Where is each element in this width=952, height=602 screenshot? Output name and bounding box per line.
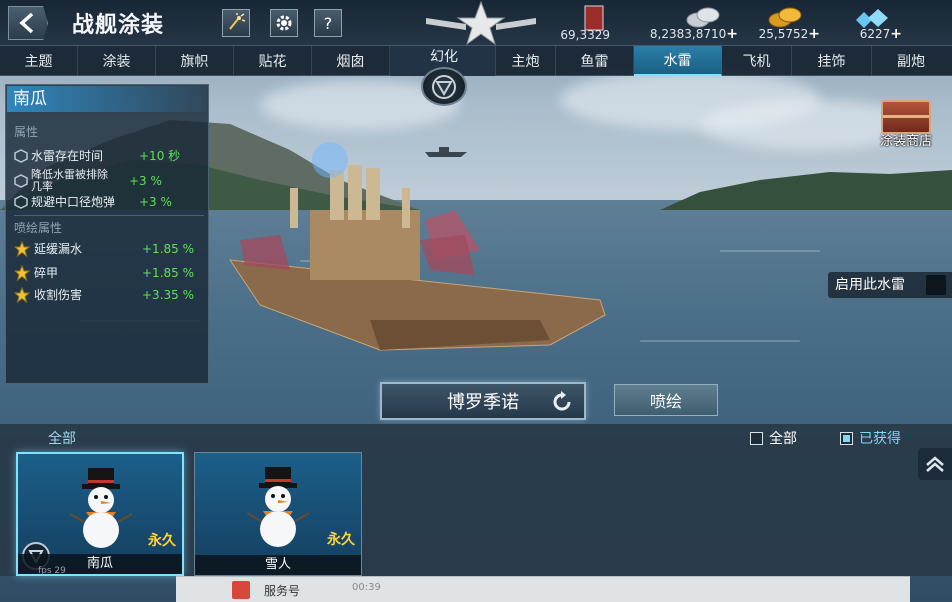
distant-ship	[425, 147, 467, 157]
rank-emblem-icon	[426, 0, 536, 46]
star-icon	[14, 241, 30, 257]
enable-mine-button[interactable]: 启用此水雷	[828, 272, 952, 298]
star-icon	[14, 287, 30, 303]
filter-all-checkbox[interactable]: 全部	[750, 428, 797, 448]
divider	[14, 215, 204, 216]
page-title: 战舰涂装	[72, 13, 165, 38]
item-name: 雪人	[195, 555, 361, 575]
rotate-icon[interactable]	[550, 390, 574, 414]
battleship-model	[228, 142, 606, 351]
notification-time: 00:39	[352, 582, 381, 593]
attr-value: +3 %	[129, 174, 162, 188]
top-bar: 战舰涂装 ? 69,3329 8,2383,8710+ 25,5752+ 622…	[0, 0, 952, 46]
treasure-chest-icon	[881, 100, 931, 134]
attr-name: 水雷存在时间	[31, 148, 104, 163]
wave	[720, 250, 820, 252]
tab-mine[interactable]: 水雷	[634, 46, 722, 76]
hexagon-icon	[14, 195, 28, 209]
tab-ornament[interactable]: 挂饰	[792, 46, 872, 76]
filter-all-label: 全部	[769, 431, 797, 447]
back-button[interactable]	[8, 6, 48, 40]
fuel-resource[interactable]: 69,3329	[560, 2, 610, 44]
paint-shop-button[interactable]: 涂装商店	[868, 100, 944, 152]
tab-paint[interactable]: 涂装	[78, 46, 156, 76]
paint-attr-row: 收割伤害 +3.35 %	[14, 287, 194, 303]
tab-aircraft[interactable]: 飞机	[722, 46, 792, 76]
fireworks-button[interactable]	[222, 9, 250, 37]
tab-transform[interactable]: 幻化	[400, 44, 488, 106]
settings-button[interactable]	[270, 9, 298, 37]
attr-name: 降低水雷被排除几率	[31, 168, 108, 193]
tab-chimney[interactable]: 烟囱	[312, 46, 390, 76]
enable-toggle	[926, 275, 946, 295]
island-right	[660, 170, 952, 210]
paint-attr-value: +1.85 %	[142, 242, 194, 256]
gold-value: 25,5752+	[758, 26, 820, 42]
tab-transform-label: 幻化	[430, 49, 458, 65]
ship-name: 博罗季诺	[447, 392, 519, 413]
panel-title: 南瓜	[7, 86, 207, 112]
attr-row: 水雷存在时间 +10 秒	[14, 147, 180, 164]
attr-name: 规避中口径炮弹	[31, 195, 116, 209]
filter-owned-label: 已获得	[859, 431, 901, 447]
paint-attr-name: 收割伤害	[34, 288, 83, 302]
message-icon	[232, 581, 250, 599]
category-all-tab[interactable]: 全部	[48, 428, 76, 448]
hexagon-icon	[14, 174, 28, 188]
spray-paint-button[interactable]: 喷绘	[614, 384, 718, 416]
attr-row: 降低水雷被排除几率 +3 %	[14, 169, 162, 193]
paint-attr-header: 喷绘属性	[14, 221, 63, 235]
back-arrow-icon	[19, 12, 34, 34]
paint-attr-row: 延缓漏水 +1.85 %	[14, 241, 194, 257]
attr-value: +10 秒	[139, 149, 181, 163]
silver-resource[interactable]: 8,2383,8710+	[640, 2, 738, 44]
tab-flag[interactable]: 旗帜	[156, 46, 234, 76]
diamond-value: 6227+	[859, 26, 902, 42]
silver-value: 8,2383,8710+	[649, 26, 738, 42]
item-card-snowman[interactable]: 永久 雪人	[194, 452, 362, 576]
tab-torpedo[interactable]: 鱼雷	[556, 46, 634, 76]
gear-icon	[276, 15, 292, 31]
attr-row: 规避中口径炮弹 +3 %	[14, 195, 172, 209]
transform-icon	[421, 67, 467, 106]
item-duration: 永久	[327, 532, 355, 548]
snowman-icon	[246, 467, 310, 547]
tab-theme[interactable]: 主题	[0, 46, 78, 76]
checkbox-icon	[750, 431, 763, 445]
tab-secondary-gun[interactable]: 副炮	[872, 46, 950, 76]
paint-attr-value: +1.85 %	[142, 266, 194, 280]
star-icon	[14, 265, 30, 281]
attribute-panel: 南瓜 属性 水雷存在时间 +10 秒 降低水雷被排除几率 +3 % 规避中口径炮…	[5, 84, 209, 384]
paint-attr-name: 延缓漏水	[34, 242, 83, 256]
fps-counter: fps 29	[38, 566, 66, 576]
diamond-resource[interactable]: 6227+	[852, 2, 902, 44]
fireworks-icon	[229, 13, 246, 30]
ship-name-selector[interactable]: 博罗季诺	[380, 382, 586, 420]
paint-attr-value: +3.35 %	[142, 288, 194, 302]
tab-main-gun[interactable]: 主炮	[496, 46, 556, 76]
wave	[640, 340, 800, 342]
notification-strip: 服务号 00:39	[176, 576, 910, 602]
attr-header: 属性	[14, 125, 39, 139]
item-card-pumpkin[interactable]: 永久 南瓜	[16, 452, 184, 576]
filter-owned-checkbox[interactable]: 已获得	[840, 428, 901, 448]
snowman-icon	[69, 468, 133, 548]
paint-attr-row: 碎甲 +1.85 %	[14, 265, 194, 281]
gold-resource[interactable]: 25,5752+	[754, 2, 820, 44]
tab-decal[interactable]: 贴花	[234, 46, 312, 76]
chevron-up-icon	[926, 456, 944, 472]
item-duration: 永久	[148, 533, 176, 549]
game-screen: 战舰涂装 ? 69,3329 8,2383,8710+ 25,5752+ 622…	[0, 0, 952, 602]
paint-attr-name: 碎甲	[34, 266, 59, 280]
fuel-value: 69,3329	[560, 28, 610, 42]
enable-mine-label: 启用此水雷	[835, 277, 905, 293]
notification-label: 服务号	[264, 584, 301, 598]
collapse-button[interactable]	[918, 448, 952, 480]
help-button[interactable]: ?	[314, 9, 342, 37]
hexagon-icon	[14, 148, 28, 163]
checkbox-checked-icon	[840, 431, 853, 445]
attr-value: +3 %	[139, 195, 172, 209]
